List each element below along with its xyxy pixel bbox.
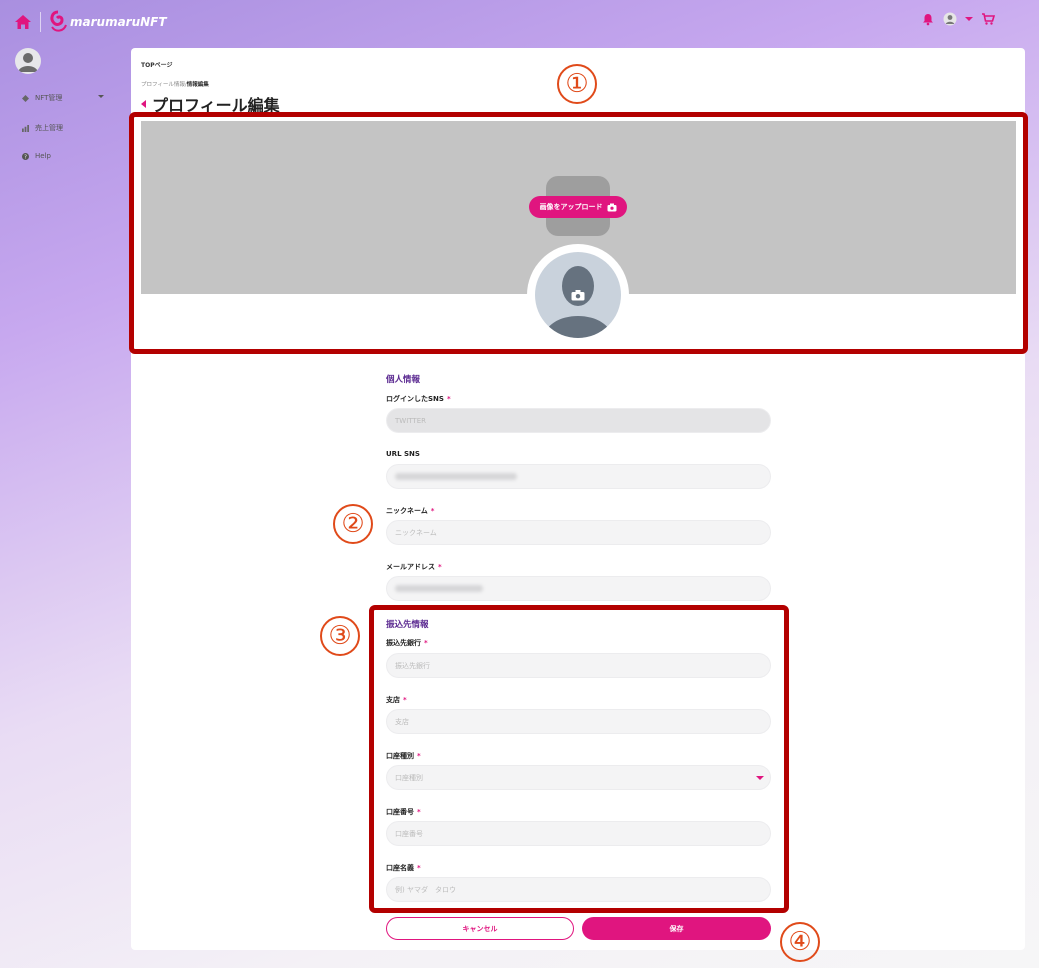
required-mark: * [446,395,451,403]
chevron-down-icon[interactable] [965,16,973,22]
annotation-number-1: ① [557,64,597,104]
email-field[interactable] [386,576,771,601]
sidebar-item-label: 売上管理 [35,124,63,132]
required-mark: * [438,563,442,571]
header-divider [40,12,41,32]
sidebar-item-sales[interactable]: 売上管理 [22,123,63,133]
save-button[interactable]: 保存 [582,917,771,940]
breadcrumb-top[interactable]: TOPページ [141,60,172,69]
cancel-button[interactable]: キャンセル [386,917,574,940]
redacted-value [395,585,483,592]
section-title-personal: 個人情報 [386,375,421,385]
logo[interactable]: marumaruNFT [48,8,167,36]
sidebar-item-help[interactable]: ? Help [22,152,51,160]
breadcrumb-parent[interactable]: プロフィール情報/ [141,82,187,88]
diamond-icon [22,94,29,102]
redacted-value [395,473,517,480]
url-sns-field[interactable] [386,464,771,489]
breadcrumb: プロフィール情報/情報編集 [141,80,209,88]
annotation-number-2: ② [333,504,373,544]
header-actions [921,12,995,26]
annotation-box-3 [369,605,789,913]
annotation-box-1 [129,112,1028,354]
svg-text:?: ? [24,154,27,159]
logo-mark-icon [50,10,67,32]
annotation-number-4: ④ [780,922,820,962]
bar-chart-icon [22,124,29,132]
sidebar-item-label: Help [35,152,51,160]
nickname-label: ニックネーム * [386,506,434,516]
annotation-number-3: ③ [320,616,360,656]
label-text: ニックネーム [386,507,428,515]
back-arrow-icon[interactable] [141,100,146,108]
user-icon[interactable] [943,12,957,26]
label-text: ログインしたSNS [386,395,444,403]
bell-icon[interactable] [921,12,935,26]
nickname-placeholder: ニックネーム [395,528,437,537]
url-sns-label: URL SNS [386,450,420,458]
email-label: メールアドレス * [386,562,442,572]
login-sns-label: ログインしたSNS * [386,394,451,404]
user-icon [18,53,38,72]
top-bar: marumaruNFT [0,0,1039,46]
sidebar-item-nft[interactable]: NFT管理 [22,93,62,103]
login-sns-value: TWITTER [395,416,426,425]
chevron-down-icon[interactable] [98,95,104,98]
help-icon: ? [22,152,29,160]
cart-icon[interactable] [981,12,995,26]
nickname-field[interactable]: ニックネーム [386,520,771,545]
home-icon[interactable] [14,14,32,30]
required-mark: * [430,507,435,515]
login-sns-field: TWITTER [386,408,771,433]
logo-text: marumaruNFT [70,15,167,29]
breadcrumb-current: 情報編集 [186,82,209,88]
sidebar-item-label: NFT管理 [35,94,63,102]
sidebar-avatar[interactable] [15,48,41,74]
label-text: メールアドレス [386,563,435,571]
